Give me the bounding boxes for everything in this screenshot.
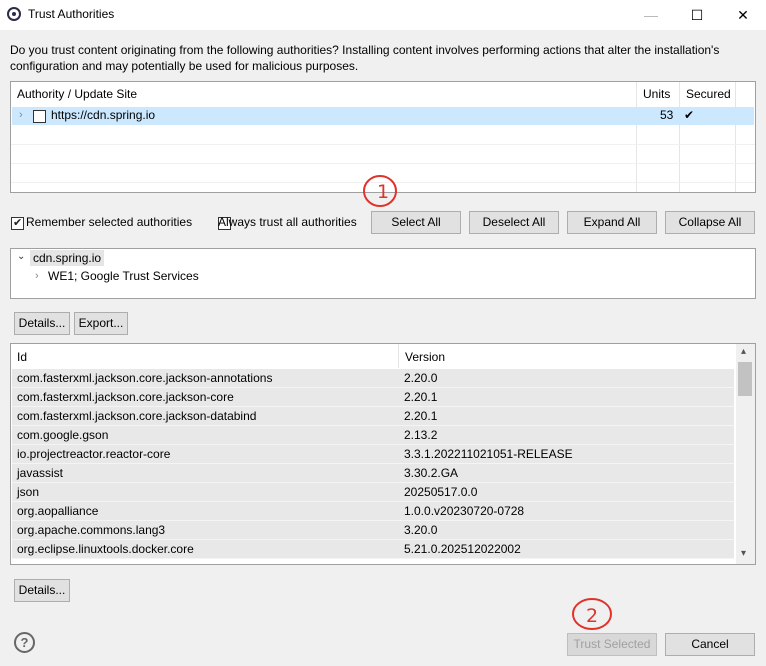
tree-root-node[interactable]: cdn.spring.io [30, 250, 105, 266]
table-row[interactable]: com.fasterxml.jackson.core.jackson-datab… [12, 407, 734, 426]
table-row[interactable]: org.apache.commons.lang3 3.20.0 [12, 521, 734, 540]
table-row[interactable]: › https://cdn.spring.io 53 ✔ [12, 107, 754, 125]
table-row[interactable]: javassist 3.30.2.GA [12, 464, 734, 483]
annotation-number-1: 1 [377, 181, 389, 203]
unit-id: com.fasterxml.jackson.core.jackson-annot… [17, 371, 273, 385]
unit-version: 3.20.0 [404, 523, 438, 537]
table-row[interactable]: json 20250517.0.0 [12, 483, 734, 502]
column-header-version[interactable]: Version [399, 345, 735, 369]
table-row[interactable]: com.fasterxml.jackson.core.jackson-annot… [12, 369, 734, 388]
tree-child-node[interactable]: WE1; Google Trust Services [48, 269, 199, 283]
authority-checkbox[interactable] [33, 110, 46, 124]
remember-authorities-checkbox[interactable] [11, 216, 24, 231]
scroll-up-icon[interactable]: ▴ [741, 346, 746, 357]
deselect-all-button[interactable]: Deselect All [469, 211, 559, 234]
collapse-all-button[interactable]: Collapse All [665, 211, 755, 234]
minimize-icon[interactable]: — [628, 0, 674, 30]
unit-id: json [17, 485, 40, 499]
unit-id: com.fasterxml.jackson.core.jackson-datab… [17, 409, 257, 423]
column-header-id[interactable]: Id [11, 345, 398, 369]
chevron-right-icon[interactable]: › [35, 270, 45, 282]
unit-version: 20250517.0.0 [404, 485, 478, 499]
unit-version: 2.20.1 [404, 390, 438, 404]
expand-all-button[interactable]: Expand All [567, 211, 657, 234]
table-row[interactable]: com.fasterxml.jackson.core.jackson-core 2… [12, 388, 734, 407]
window-title: Trust Authorities [28, 7, 115, 21]
annotation-number-2: 2 [586, 605, 598, 627]
select-all-button[interactable]: Select All [371, 211, 461, 234]
unit-version: 2.13.2 [404, 428, 438, 442]
units-table[interactable]: Id Version com.fasterxml.jackson.core.ja… [10, 343, 756, 565]
vertical-scrollbar[interactable]: ▴ ▾ [736, 344, 755, 564]
always-trust-label[interactable]: Always trust all authorities [218, 215, 357, 229]
column-header-authority[interactable]: Authority / Update Site [11, 82, 636, 106]
table-row[interactable]: com.google.gson 2.13.2 [12, 426, 734, 445]
unit-version: 5.21.0.202512022002 [404, 542, 521, 556]
chevron-right-icon[interactable]: › [19, 109, 29, 121]
dialog-description: Do you trust content originating from th… [10, 43, 720, 73]
chevron-down-icon[interactable]: ⌄ [17, 251, 25, 262]
certificate-tree[interactable]: ⌄ cdn.spring.io › WE1; Google Trust Serv… [10, 248, 756, 299]
column-header-secured[interactable]: Secured [680, 82, 735, 106]
help-icon[interactable]: ? [14, 632, 35, 653]
unit-version: 3.30.2.GA [404, 466, 459, 480]
maximize-icon[interactable]: ☐ [674, 0, 720, 30]
unit-id: org.aopalliance [17, 504, 99, 518]
unit-id: io.projectreactor.reactor-core [17, 447, 171, 461]
annotation-circle-2: 2 [572, 598, 612, 630]
remember-authorities-label[interactable]: Remember selected authorities [26, 215, 192, 229]
table-row[interactable]: io.projectreactor.reactor-core 3.3.1.2022… [12, 445, 734, 464]
annotation-circle-1: 1 [363, 175, 397, 207]
eclipse-app-icon [7, 7, 21, 21]
table-row[interactable]: org.eclipse.linuxtools.docker.core 5.21.0… [12, 540, 734, 559]
details-bottom-button[interactable]: Details... [14, 579, 70, 602]
unit-id: com.fasterxml.jackson.core.jackson-core [17, 390, 234, 404]
scrollbar-thumb[interactable] [738, 362, 752, 396]
unit-version: 2.20.1 [404, 409, 438, 423]
cancel-button[interactable]: Cancel [665, 633, 755, 656]
scroll-down-icon[interactable]: ▾ [741, 548, 746, 559]
unit-id: com.google.gson [17, 428, 109, 442]
table-row[interactable]: org.aopalliance 1.0.0.v20230720-0728 [12, 502, 734, 521]
authority-site: https://cdn.spring.io [51, 108, 156, 122]
unit-version: 3.3.1.202211021051-RELEASE [404, 447, 573, 461]
unit-version: 2.20.0 [404, 371, 438, 385]
column-header-units[interactable]: Units [637, 82, 679, 106]
unit-id: javassist [17, 466, 64, 480]
secured-check-icon: ✔ [684, 108, 695, 122]
authority-units: 53 [660, 108, 674, 122]
trust-selected-button[interactable]: Trust Selected [567, 633, 657, 656]
details-button[interactable]: Details... [14, 312, 70, 335]
unit-id: org.eclipse.linuxtools.docker.core [17, 542, 194, 556]
export-button[interactable]: Export... [74, 312, 128, 335]
unit-version: 1.0.0.v20230720-0728 [404, 504, 525, 518]
close-icon[interactable]: ✕ [720, 0, 766, 30]
unit-id: org.apache.commons.lang3 [17, 523, 166, 537]
